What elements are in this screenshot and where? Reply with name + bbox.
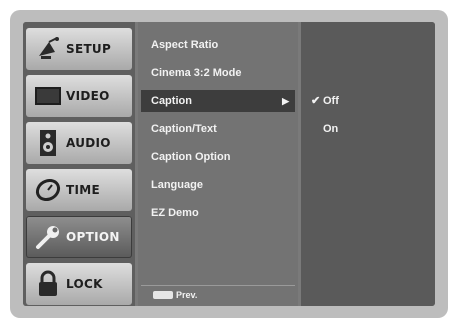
menu-item-caption-text[interactable]: Caption/Text [141,118,295,140]
menu-footer: Prev. [141,285,295,303]
option-on[interactable]: On [311,120,338,138]
sidebar-item-label: TIME [66,183,100,197]
menu-item-label: Caption/Text [151,123,217,135]
sidebar-item-audio[interactable]: AUDIO [26,122,132,164]
sidebar-item-label: LOCK [66,277,103,291]
sidebar-item-label: SETUP [66,42,112,56]
menu-item-label: Caption Option [151,151,231,163]
menu-item-ez-demo[interactable]: EZ Demo [141,202,295,224]
tv-icon [34,82,62,110]
osd-screen: SETUP VIDEO AUDIO TIME OPTION LOCK Aspec… [23,22,435,306]
menu-item-aspect-ratio[interactable]: Aspect Ratio [141,34,295,56]
sidebar-item-label: OPTION [66,230,120,244]
sidebar-item-label: AUDIO [66,136,111,150]
satellite-dish-icon [34,35,62,63]
menu-item-label: Cinema 3:2 Mode [151,67,242,79]
prev-label[interactable]: Prev. [176,290,197,300]
sidebar-item-lock[interactable]: LOCK [26,263,132,305]
menu-item-label: EZ Demo [151,207,199,219]
option-label: On [323,123,339,135]
sidebar-item-video[interactable]: VIDEO [26,75,132,117]
wrench-icon [34,223,62,251]
menu-item-cinema-mode[interactable]: Cinema 3:2 Mode [141,62,295,84]
menu-item-caption-option[interactable]: Caption Option [141,146,295,168]
sidebar-item-time[interactable]: TIME [26,169,132,211]
menu-item-caption[interactable]: Caption ▶ [141,90,295,112]
sidebar-item-label: VIDEO [66,89,110,103]
main-menu-sidebar: SETUP VIDEO AUDIO TIME OPTION LOCK [23,22,135,306]
option-submenu: Aspect Ratio Cinema 3:2 Mode Caption ▶ C… [138,22,298,306]
speaker-icon [34,129,62,157]
sidebar-item-setup[interactable]: SETUP [26,28,132,70]
option-label: Off [323,95,339,107]
padlock-icon [34,270,62,298]
menu-key-icon [153,290,173,299]
menu-item-label: Language [151,179,203,191]
tv-osd-frame: SETUP VIDEO AUDIO TIME OPTION LOCK Aspec… [10,10,448,318]
menu-item-language[interactable]: Language [141,174,295,196]
chevron-right-icon: ▶ [282,96,289,106]
menu-item-label: Caption [151,95,192,107]
sidebar-item-option[interactable]: OPTION [26,216,132,258]
menu-item-label: Aspect Ratio [151,39,219,51]
caption-options-panel: ✔ Off On [301,22,435,306]
check-icon: ✔ [311,95,321,107]
option-off[interactable]: ✔ Off [311,92,339,110]
clock-icon [34,176,62,204]
